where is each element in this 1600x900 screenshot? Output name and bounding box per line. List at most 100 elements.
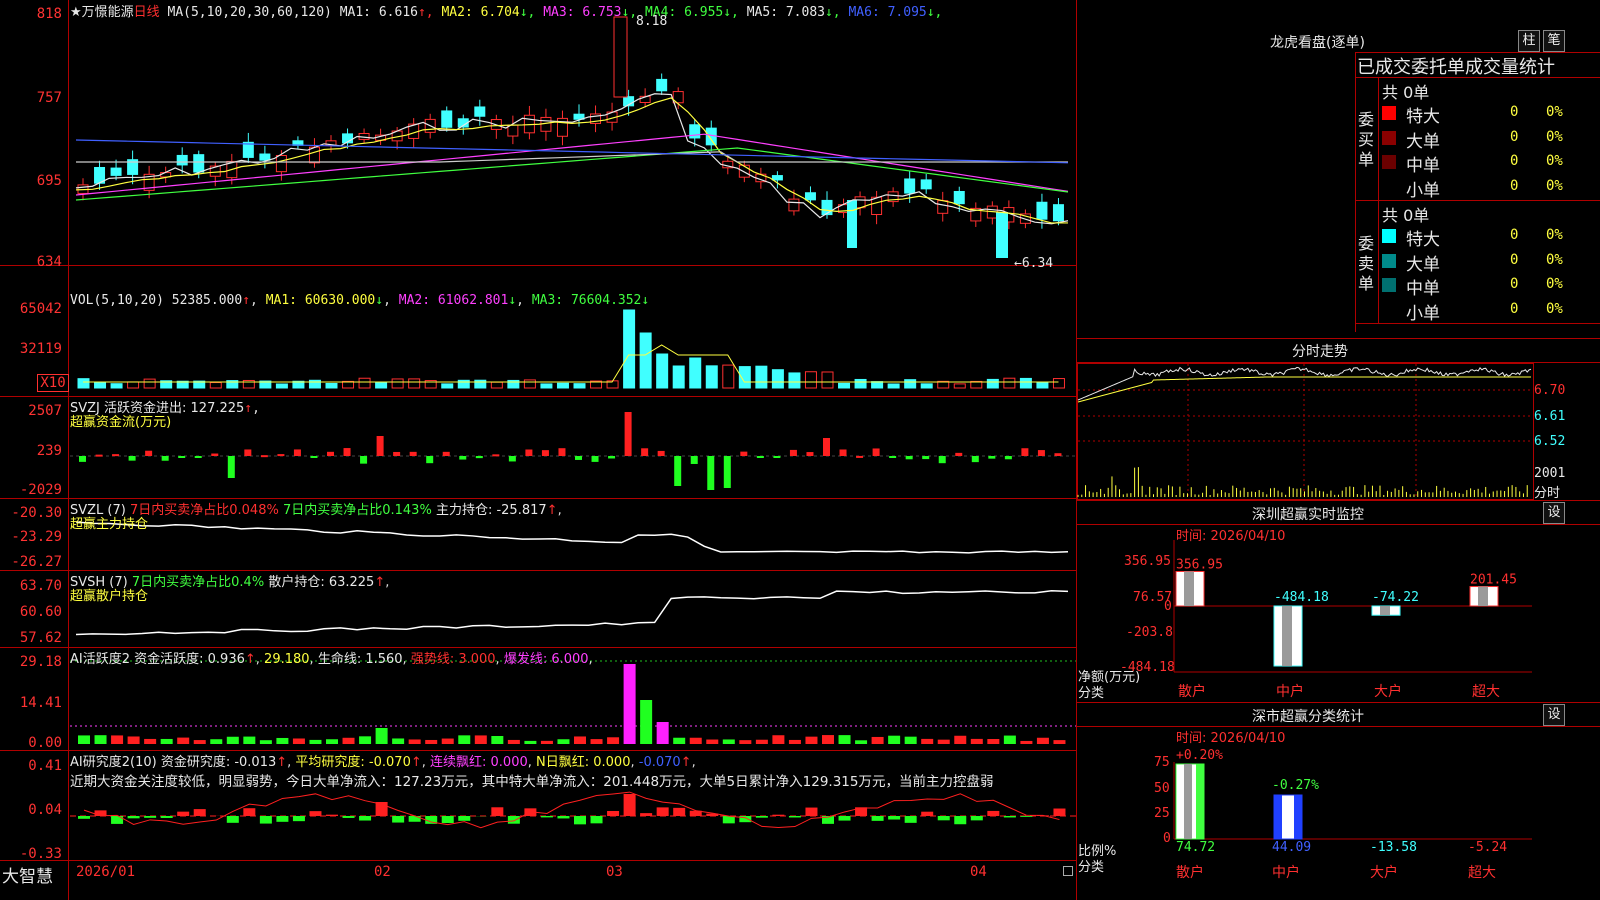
intraday-axis-2: 6.52 bbox=[1534, 434, 1566, 449]
svzj-bar bbox=[211, 453, 219, 456]
buy-swatch-0 bbox=[1382, 106, 1396, 120]
sell-swatch-1 bbox=[1382, 253, 1396, 268]
candle bbox=[259, 145, 271, 169]
candle bbox=[292, 136, 304, 150]
ai-active-bar bbox=[210, 739, 223, 744]
intraday-chart[interactable] bbox=[1077, 363, 1534, 500]
ai-research-comment: 近期大资金关注度较低，明显弱势，今日大单净流入：127.23万元，其中特大单净流… bbox=[70, 774, 994, 790]
ai-active-bar bbox=[111, 735, 124, 744]
sz-monitor-bar-超大: 201.45 超大 bbox=[1469, 573, 1517, 700]
sell-row-pct-1: 0% bbox=[1546, 251, 1563, 268]
ai-research-fund: 资金研究度: -0.013 bbox=[160, 755, 277, 770]
low-marker: ←6.34 bbox=[1014, 256, 1054, 271]
lock-icon[interactable] bbox=[1063, 866, 1073, 876]
svzj-bar bbox=[773, 456, 781, 458]
svzj-bar bbox=[442, 451, 450, 456]
candle bbox=[143, 165, 155, 199]
bar-mode-button[interactable]: 柱 bbox=[1518, 30, 1540, 52]
svzj-bar bbox=[525, 449, 533, 456]
ai-active-bar bbox=[954, 735, 967, 744]
volume-bar bbox=[408, 378, 421, 389]
volume-bar bbox=[490, 381, 503, 389]
sell-row-val-1: 0 bbox=[1510, 251, 1519, 268]
sz-monitor-settings[interactable]: 设 bbox=[1543, 502, 1565, 524]
sz-monitor-time: 时间: 2026/04/10 bbox=[1176, 529, 1286, 544]
ai-active-bar bbox=[425, 739, 438, 744]
ai-research-bar bbox=[1020, 816, 1033, 817]
volume-bars bbox=[77, 309, 1065, 389]
ai-research-bar bbox=[871, 816, 884, 821]
ai-research-bar bbox=[921, 811, 934, 816]
sell-row-val-0: 0 bbox=[1510, 227, 1519, 243]
ai-active-bar bbox=[656, 722, 669, 744]
ai-active-bar bbox=[590, 739, 603, 744]
svzj-bar bbox=[856, 455, 864, 458]
volume-bar bbox=[755, 365, 768, 389]
tick-mode-button[interactable]: 笔 bbox=[1543, 30, 1565, 52]
svzj-bars bbox=[70, 412, 1076, 490]
ai-research-bar bbox=[1003, 816, 1016, 818]
sz-monitor-axis-0: 356.95 bbox=[1124, 554, 1171, 569]
svzj-bar bbox=[938, 456, 946, 464]
sz-class-axis-0: 75 bbox=[1154, 755, 1170, 770]
ma-item-6: MA6: 7.095 bbox=[840, 5, 927, 20]
buy-row-val-0: 0 bbox=[1510, 104, 1519, 120]
ai-research-title: AI研究度2(10) 资金研究度: -0.013↑, 平均研究度: -0.070… bbox=[70, 755, 696, 770]
svg-text:201.45: 201.45 bbox=[1470, 573, 1517, 588]
svzj-bar bbox=[293, 449, 301, 456]
sz-monitor-bar-散户: 356.95 散户 bbox=[1175, 557, 1223, 700]
svzj-bar bbox=[690, 456, 698, 464]
sell-total: 共 0单 bbox=[1382, 206, 1430, 225]
candle bbox=[986, 201, 998, 225]
ai-active-bar bbox=[689, 737, 702, 744]
sz-class-val-3: -5.24 bbox=[1468, 840, 1508, 855]
svzj-bar bbox=[740, 451, 748, 456]
svzl-line bbox=[75, 521, 1069, 554]
stock-name[interactable]: ★万憬能源 bbox=[70, 5, 134, 20]
price-axis-818: 818 bbox=[36, 6, 62, 22]
low-candle bbox=[847, 200, 857, 248]
intraday-title: 分时走势 bbox=[1292, 344, 1348, 360]
sz-class-bar-中户 bbox=[1273, 794, 1303, 840]
sell-row-val-3: 0 bbox=[1510, 300, 1519, 317]
ai-research-bar bbox=[160, 816, 173, 818]
ai-active-bar bbox=[144, 738, 157, 744]
sell-row-val-2: 0 bbox=[1510, 276, 1519, 292]
volume-bar bbox=[523, 379, 536, 389]
vol-multiplier[interactable]: X10 bbox=[37, 374, 69, 392]
svzj-bar bbox=[641, 448, 649, 456]
svzj-bar bbox=[674, 456, 682, 486]
candle bbox=[490, 114, 502, 139]
volume-bar bbox=[358, 377, 371, 389]
buy-row-name-3: 小单 bbox=[1406, 180, 1440, 201]
sz-class-cat-0: 散户 bbox=[1176, 865, 1204, 881]
volume-bar bbox=[920, 383, 933, 389]
svzj-bar bbox=[723, 456, 731, 488]
volume-bar bbox=[672, 365, 685, 389]
candle bbox=[457, 114, 469, 135]
ai-active-bar bbox=[259, 740, 272, 744]
vol-axis-0: 65042 bbox=[19, 301, 62, 317]
ai-research-bar bbox=[243, 808, 256, 816]
svzj-bar bbox=[971, 456, 979, 463]
svzj-bar bbox=[756, 456, 764, 458]
ma-item-1: MA1: 6.616 bbox=[339, 5, 418, 20]
vol-label: VOL(5,10,20) bbox=[70, 293, 164, 308]
candle bbox=[540, 108, 552, 141]
candle bbox=[127, 150, 139, 185]
volume-bar bbox=[127, 381, 140, 389]
price-axis-695: 695 bbox=[36, 173, 62, 189]
buy-row-pct-0: 0% bbox=[1546, 104, 1563, 120]
svzj-axis-0: 2507 bbox=[28, 403, 62, 419]
volume-bar bbox=[821, 371, 834, 389]
period-label[interactable]: 日线 bbox=[134, 5, 160, 20]
svzj-bar bbox=[360, 456, 368, 464]
ai-research-bar bbox=[1053, 808, 1066, 816]
sz-class-val-0: 74.72 bbox=[1176, 840, 1216, 855]
candle bbox=[110, 159, 122, 181]
sz-class-settings[interactable]: 设 bbox=[1543, 704, 1565, 726]
ai-active-bar bbox=[937, 739, 950, 744]
ai-research-bar bbox=[904, 816, 917, 823]
volume-bar bbox=[325, 382, 338, 389]
svsh-axis-1: 60.60 bbox=[19, 604, 62, 620]
